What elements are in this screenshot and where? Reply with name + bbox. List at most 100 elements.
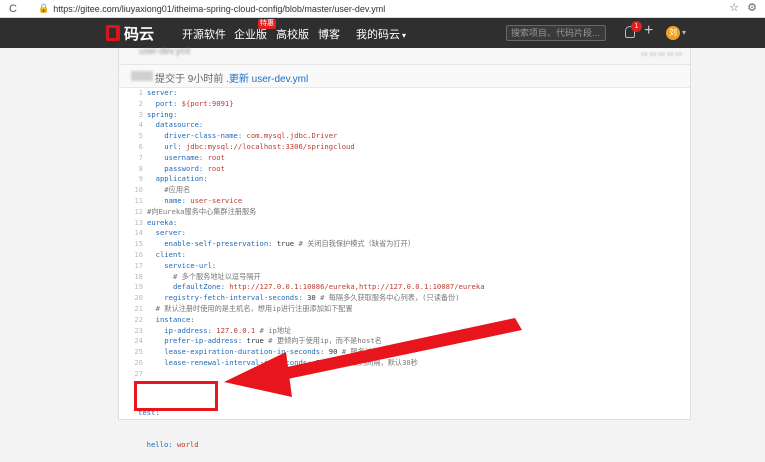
code-token: ${port:9091}: [181, 98, 234, 108]
code-line: 22 instance:: [119, 315, 690, 326]
code-view: 1 server: 2 port: ${port:9091} 3 spring: 4 da…: [119, 88, 690, 380]
site-logo[interactable]: 码云: [106, 22, 154, 44]
code-token: # 服务过期时间: [341, 347, 394, 357]
code-token: true: [276, 239, 299, 249]
code-line: 6 url: jdbc:mysql://localhost:3306/sprin…: [119, 142, 690, 153]
code-token: root: [207, 163, 225, 173]
nav-open-source[interactable]: 开源软件: [182, 26, 226, 42]
line-number: 3: [138, 109, 143, 119]
code-token: # 多个服务地址以逗号隔开: [147, 271, 261, 281]
line-number: 14: [134, 228, 143, 238]
code-token: # 更倾向于使用ip，而不是host名: [268, 336, 382, 346]
commit-message-link[interactable]: 更新 user-dev.yml: [229, 74, 308, 85]
extension-icon[interactable]: ⚙: [747, 1, 757, 14]
code-token: port:: [147, 98, 182, 108]
code-text: driver-class-name: com.mysql.jdbc.Driver: [147, 131, 337, 142]
line-number: 17: [134, 260, 143, 270]
code-line: 4 datasource:: [119, 120, 690, 131]
add-icon[interactable]: +: [644, 22, 653, 40]
code-line: 13 eureka:: [119, 218, 690, 229]
address-bar[interactable]: https://gitee.com/liuyaxiong01/itheima-s…: [53, 4, 385, 14]
code-token: user-service: [190, 195, 243, 205]
code-token: lease-renewal-interval-in-seconds:: [147, 357, 316, 367]
hot-badge: 特惠: [258, 19, 276, 29]
code-token: ip-address:: [147, 325, 217, 335]
code-line: 14 server:: [119, 228, 690, 239]
code-text: datasource:: [147, 120, 204, 131]
logo-icon: [106, 25, 120, 41]
line-number: 26: [134, 357, 143, 367]
code-text: port: ${port:9091}: [147, 99, 234, 110]
avatar[interactable]: 刘: [666, 26, 680, 40]
line-number: 13: [134, 217, 143, 227]
code-text: prefer-ip-address: true # 更倾向于使用ip，而不是ho…: [147, 336, 382, 347]
code-line: 23 ip-address: 127.0.0.1 # ip地址: [119, 326, 690, 337]
commit-info: 提交于 9小时前 .更新 user-dev.yml: [155, 70, 308, 85]
code-token: 30: [315, 357, 329, 367]
file-actions[interactable]: ▭ ▭ ▭ ▭ ▭: [641, 50, 682, 58]
code-line: 10 #应用名: [119, 185, 690, 196]
line-number: 2: [138, 98, 143, 108]
code-line: 15 enable-self-preservation: true # 关闭自我…: [119, 239, 690, 250]
code-text: service-url:: [147, 261, 216, 272]
nav-blog[interactable]: 博客: [318, 26, 340, 42]
code-token: name:: [147, 195, 191, 205]
star-icon[interactable]: ☆: [729, 1, 739, 14]
line-number: 7: [138, 152, 143, 162]
line-number: 15: [134, 239, 143, 249]
code-text: client:: [147, 250, 186, 261]
code-token: username:: [147, 152, 208, 162]
code-token: client:: [147, 249, 186, 259]
nav-my-gitee[interactable]: 我的码云 ▾: [356, 26, 406, 42]
code-line: 5 driver-class-name: com.mysql.jdbc.Driv…: [119, 131, 690, 142]
code-token: true: [246, 336, 269, 346]
line-number: 9: [138, 174, 143, 184]
code-line: 16 client:: [119, 250, 690, 261]
line-number: 12: [134, 206, 143, 216]
committer-avatar: [131, 71, 153, 81]
line-number: 27: [134, 368, 143, 378]
code-token: enable-self-preservation:: [147, 239, 277, 249]
code-token: password:: [147, 163, 208, 173]
file-header: user-dev.yml ▭ ▭ ▭ ▭ ▭: [119, 46, 690, 65]
nav-university[interactable]: 高校版: [276, 26, 309, 42]
code-text: username: root: [147, 153, 225, 164]
code-text: url: jdbc:mysql://localhost:3306/springc…: [147, 142, 354, 153]
code-text: lease-renewal-interval-in-seconds: 30 # …: [147, 358, 418, 369]
file-name: user-dev.yml: [139, 46, 190, 56]
code-text: application:: [147, 174, 208, 185]
code-token: registry-fetch-interval-seconds:: [147, 293, 308, 303]
code-line: 26 lease-renewal-interval-in-seconds: 30…: [119, 358, 690, 369]
line-number: 21: [134, 303, 143, 313]
code-line: 24 prefer-ip-address: true # 更倾向于使用ip，而不…: [119, 336, 690, 347]
nav-my-gitee-label: 我的码云: [356, 29, 400, 41]
code-text: # 默认注册时使用的是主机名，想用ip进行注册添加如下配置: [147, 304, 353, 315]
line-number: 23: [134, 325, 143, 335]
code-token: spring:: [147, 109, 178, 119]
browser-toolbar: C 🔒 https://gitee.com/liuyaxiong01/ithei…: [0, 0, 765, 18]
line-number: 5: [138, 131, 143, 141]
line-number: 22: [134, 314, 143, 324]
code-text: instance:: [147, 315, 195, 326]
code-line: 3 spring:: [119, 110, 690, 121]
code-token: server:: [147, 88, 178, 97]
line-number: 8: [138, 163, 143, 173]
search-input[interactable]: 搜索项目、代码片段...: [506, 25, 606, 41]
code-token: server:: [147, 228, 186, 238]
code-token: lease-expiration-duration-in-seconds:: [147, 347, 329, 357]
line-number: 1: [138, 88, 143, 97]
code-token: driver-class-name:: [147, 131, 247, 141]
code-text: server:: [147, 228, 186, 239]
code-key-hello: hello:: [138, 439, 177, 449]
code-line: 9 application:: [119, 174, 690, 185]
lock-icon: 🔒: [38, 3, 50, 13]
line-number: 20: [134, 293, 143, 303]
code-token: datasource:: [147, 120, 204, 130]
code-token: http://127.0.0.1:10086/eureka,http://127…: [229, 282, 485, 292]
code-token: 30: [307, 293, 321, 303]
reload-icon[interactable]: C: [6, 2, 20, 16]
chevron-down-icon[interactable]: ▾: [682, 28, 686, 37]
notification-badge: 1: [631, 21, 642, 32]
logo-text: 码云: [124, 24, 155, 43]
code-line: 21 # 默认注册时使用的是主机名，想用ip进行注册添加如下配置: [119, 304, 690, 315]
